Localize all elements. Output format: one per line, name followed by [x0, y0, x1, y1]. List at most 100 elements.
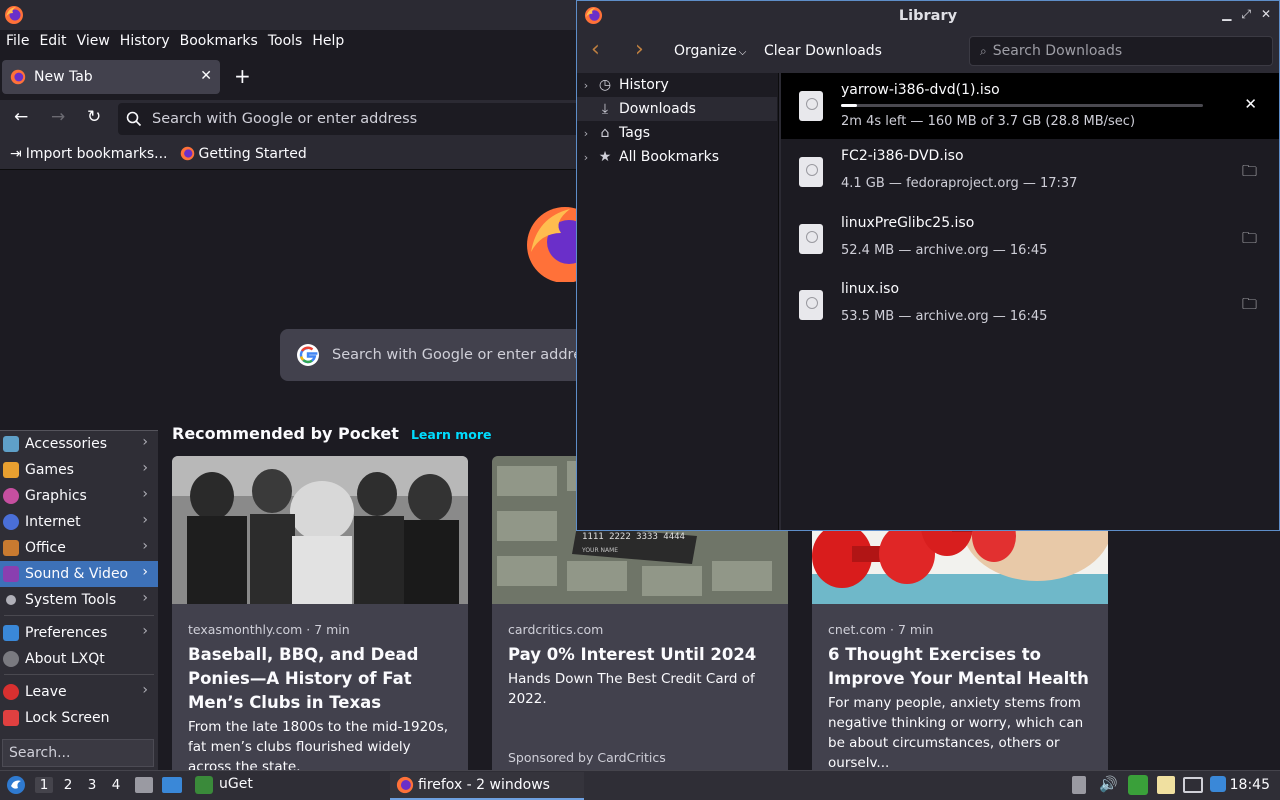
taskbar-firefox-group[interactable]: firefox - 2 windows — [390, 772, 584, 800]
sidebar-item-all-bookmarks[interactable]: › ★ All Bookmarks — [577, 145, 777, 169]
folder-icon[interactable]: 🗀 — [1242, 161, 1257, 186]
reload-icon[interactable]: ↻ — [87, 107, 101, 127]
clock[interactable]: 18:45 — [1230, 777, 1270, 793]
download-item[interactable]: linuxPreGlibc25.iso 52.4 MB — archive.or… — [781, 206, 1279, 272]
menu-preferences[interactable]: Preferences › — [0, 620, 158, 646]
menu-history[interactable]: History — [115, 33, 175, 49]
sidebar-item-label: History — [619, 77, 669, 93]
chevron-right-icon: › — [142, 682, 148, 698]
card-title: 6 Thought Exercises to Improve Your Ment… — [828, 645, 1089, 688]
library-toolbar: ‹ › Organize ⌵ Clear Downloads ⌕ Search D… — [577, 31, 1279, 71]
search-downloads-placeholder: Search Downloads — [992, 43, 1123, 59]
learn-more-link[interactable]: Learn more — [411, 427, 492, 442]
menu-leave[interactable]: Leave › — [0, 679, 158, 705]
forward-arrow-icon[interactable]: → — [51, 107, 65, 127]
minimize-icon[interactable]: ▁ — [1222, 7, 1231, 22]
download-item[interactable]: FC2-i386-DVD.iso 4.1 GB — fedoraproject.… — [781, 139, 1279, 205]
menu-help[interactable]: Help — [307, 33, 349, 49]
download-status: 52.4 MB — archive.org — 16:45 — [841, 243, 1048, 258]
search-downloads-input[interactable]: ⌕ Search Downloads — [969, 36, 1273, 66]
clipboard-icon[interactable] — [1157, 776, 1175, 794]
card-excerpt: For many people, anxiety stems from nega… — [828, 695, 1084, 771]
firefox-logo-icon — [5, 6, 23, 24]
menu-about-lxqt[interactable]: About LXQt — [0, 646, 158, 672]
chevron-down-icon: ⌵ — [738, 47, 747, 58]
back-arrow-icon[interactable]: ← — [14, 107, 28, 127]
menu-view[interactable]: View — [72, 33, 115, 49]
close-icon[interactable]: ✕ — [200, 68, 212, 84]
forward-chevron-icon[interactable]: › — [635, 37, 644, 62]
chevron-right-icon: › — [142, 434, 148, 450]
download-status: 4.1 GB — fedoraproject.org — 17:37 — [841, 176, 1078, 191]
file-manager-icon[interactable] — [162, 777, 182, 793]
info-icon — [3, 651, 19, 667]
expand-arrow-icon[interactable]: › — [577, 151, 595, 164]
network-icon[interactable] — [1183, 777, 1203, 793]
download-status: 2m 4s left — 160 MB of 3.7 GB (28.8 MB/s… — [841, 114, 1136, 129]
firefox-logo-icon — [396, 776, 414, 794]
library-sidebar: › ◷ History ⤓ Downloads › ⌂ Tags › ★ All… — [577, 73, 779, 530]
download-item[interactable]: yarrow-i386-dvd(1).iso 2m 4s left — 160 … — [781, 73, 1279, 139]
menu-games[interactable]: Games › — [0, 457, 158, 483]
maximize-icon[interactable]: ⤢ — [1241, 7, 1251, 22]
close-window-icon[interactable]: ✕ — [1261, 7, 1271, 22]
cancel-download-icon[interactable]: ✕ — [1244, 95, 1257, 113]
lxqt-start-menu-icon[interactable] — [6, 775, 26, 795]
pocket-card-texasmonthly[interactable]: texasmonthly.com · 7 min Baseball, BBQ, … — [172, 456, 468, 776]
sidebar-item-history[interactable]: › ◷ History — [577, 73, 777, 97]
back-chevron-icon[interactable]: ‹ — [591, 37, 600, 62]
update-notifier-icon[interactable] — [1210, 776, 1226, 792]
sidebar-item-tags[interactable]: › ⌂ Tags — [577, 121, 777, 145]
new-tab-plus-icon[interactable]: + — [234, 64, 251, 88]
menu-edit[interactable]: Edit — [34, 33, 71, 49]
window-controls: ▁ ⤢ ✕ — [1222, 7, 1271, 22]
card-sponsor: Sponsored by CardCritics — [508, 750, 666, 765]
volume-icon[interactable]: 🔊 — [1099, 775, 1118, 793]
tab-new-tab[interactable]: New Tab ✕ — [2, 60, 220, 94]
pocket-heading-title: Recommended by Pocket — [172, 424, 399, 443]
uget-icon[interactable] — [195, 776, 213, 794]
pocket-section-heading: Recommended by Pocket Learn more — [172, 424, 492, 443]
removable-media-icon[interactable] — [1072, 776, 1086, 794]
clear-downloads-button[interactable]: Clear Downloads — [764, 43, 882, 59]
expand-arrow-icon[interactable]: › — [577, 79, 595, 92]
bookmark-import[interactable]: ⇥ Import bookmarks... — [10, 146, 168, 162]
sidebar-item-downloads[interactable]: ⤓ Downloads — [577, 97, 777, 121]
download-name: linuxPreGlibc25.iso — [841, 215, 975, 231]
menu-accessories[interactable]: Accessories › — [0, 431, 158, 457]
menu-lock-screen[interactable]: Lock Screen — [0, 705, 158, 731]
menu-internet[interactable]: Internet › — [0, 509, 158, 535]
menu-office[interactable]: Office › — [0, 535, 158, 561]
menu-tools[interactable]: Tools — [263, 33, 308, 49]
menu-file[interactable]: File — [0, 33, 34, 49]
office-icon — [3, 540, 19, 556]
workspace-4[interactable]: 4 — [107, 777, 125, 793]
search-icon — [126, 111, 142, 127]
menu-sound-video[interactable]: Sound & Video › — [0, 561, 158, 587]
menu-system-tools[interactable]: System Tools › — [0, 587, 158, 613]
workspace-1[interactable]: 1 — [35, 777, 53, 793]
folder-icon[interactable]: 🗀 — [1242, 228, 1257, 253]
menu-graphics[interactable]: Graphics › — [0, 483, 158, 509]
menu-graphics-label: Graphics — [25, 488, 87, 504]
workspace-3[interactable]: 3 — [83, 777, 101, 793]
bookmark-getting-started[interactable]: Getting Started — [180, 146, 307, 162]
organize-button[interactable]: Organize ⌵ — [674, 43, 746, 59]
folder-icon[interactable]: 🗀 — [1242, 294, 1257, 319]
organize-label: Organize — [674, 43, 737, 59]
show-desktop-icon[interactable] — [135, 777, 153, 793]
download-status: 53.5 MB — archive.org — 16:45 — [841, 309, 1048, 324]
menu-bookmarks[interactable]: Bookmarks — [175, 33, 263, 49]
workspace-2[interactable]: 2 — [59, 777, 77, 793]
downloads-list: yarrow-i386-dvd(1).iso 2m 4s left — 160 … — [781, 73, 1279, 530]
taskbar-uget[interactable]: uGet — [219, 776, 253, 792]
system-tools-icon — [6, 595, 16, 605]
menu-search-input[interactable]: Search... — [2, 739, 154, 767]
menu-sound-video-label: Sound & Video — [25, 566, 129, 582]
expand-arrow-icon[interactable]: › — [577, 127, 595, 140]
download-item[interactable]: linux.iso 53.5 MB — archive.org — 16:45 … — [781, 272, 1279, 338]
chevron-right-icon: › — [142, 590, 148, 606]
sidebar-item-label: Downloads — [619, 101, 696, 117]
card-title: Baseball, BBQ, and Dead Ponies—A History… — [188, 645, 419, 712]
uget-tray-icon[interactable] — [1128, 775, 1148, 795]
